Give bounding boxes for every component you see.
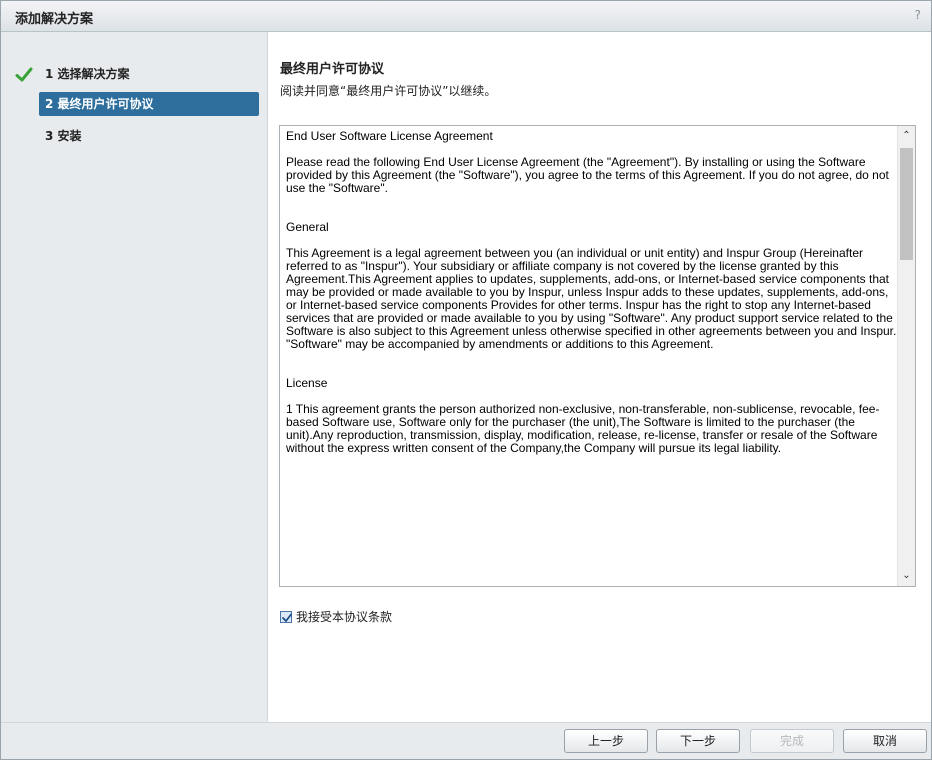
accept-terms-checkbox[interactable] — [280, 611, 292, 623]
help-icon[interactable]: ? — [915, 8, 921, 22]
license-license-text: 1 This agreement grants the person autho… — [286, 402, 880, 455]
wizard-step-select-solution[interactable]: 1 选择解决方案 — [39, 62, 130, 86]
checkbox-check-icon — [282, 613, 292, 622]
next-button[interactable]: 下一步 — [656, 729, 740, 753]
license-title: End User Software License Agreement — [286, 129, 493, 143]
finish-button[interactable]: 完成 — [750, 729, 834, 753]
license-section-license: License — [286, 376, 328, 390]
license-scrollbar[interactable]: ⌃ ⌄ — [897, 126, 915, 586]
scrollbar-thumb[interactable] — [900, 148, 913, 260]
wizard-step-eula[interactable]: 2 最终用户许可协议 — [39, 92, 259, 116]
license-general-text: This Agreement is a legal agreement betw… — [286, 246, 897, 351]
page-subtitle: 阅读并同意“最终用户许可协议”以继续。 — [280, 84, 497, 98]
scroll-down-arrow-icon[interactable]: ⌄ — [898, 568, 915, 584]
wizard-step-install[interactable]: 3 安装 — [39, 124, 82, 148]
cancel-button[interactable]: 取消 — [843, 729, 927, 753]
license-intro: Please read the following End User Licen… — [286, 155, 889, 195]
wizard-footer: 上一步 下一步 完成 取消 — [1, 722, 931, 759]
wizard-steps-sidebar: 1 选择解决方案 2 最终用户许可协议 3 安装 — [1, 32, 268, 723]
back-button[interactable]: 上一步 — [564, 729, 648, 753]
accept-terms-label[interactable]: 我接受本协议条款 — [296, 610, 392, 624]
license-text: End User Software License Agreement Plea… — [286, 130, 898, 455]
page-title: 最终用户许可协议 — [280, 62, 385, 77]
dialog-titlebar: 添加解决方案 ? — [1, 1, 931, 32]
add-solution-dialog: 添加解决方案 ? 1 选择解决方案 2 最终用户许可协议 3 安装 最终用户许可… — [0, 0, 932, 760]
scroll-up-arrow-icon[interactable]: ⌃ — [898, 128, 915, 144]
accept-terms-row[interactable]: 我接受本协议条款 — [280, 609, 392, 625]
checkmark-icon — [15, 67, 33, 82]
license-text-area[interactable]: End User Software License Agreement Plea… — [279, 125, 916, 587]
license-section-general: General — [286, 220, 329, 234]
wizard-content: 最终用户许可协议 阅读并同意“最终用户许可协议”以继续。 End User So… — [268, 32, 931, 723]
dialog-title: 添加解决方案 — [15, 12, 94, 27]
